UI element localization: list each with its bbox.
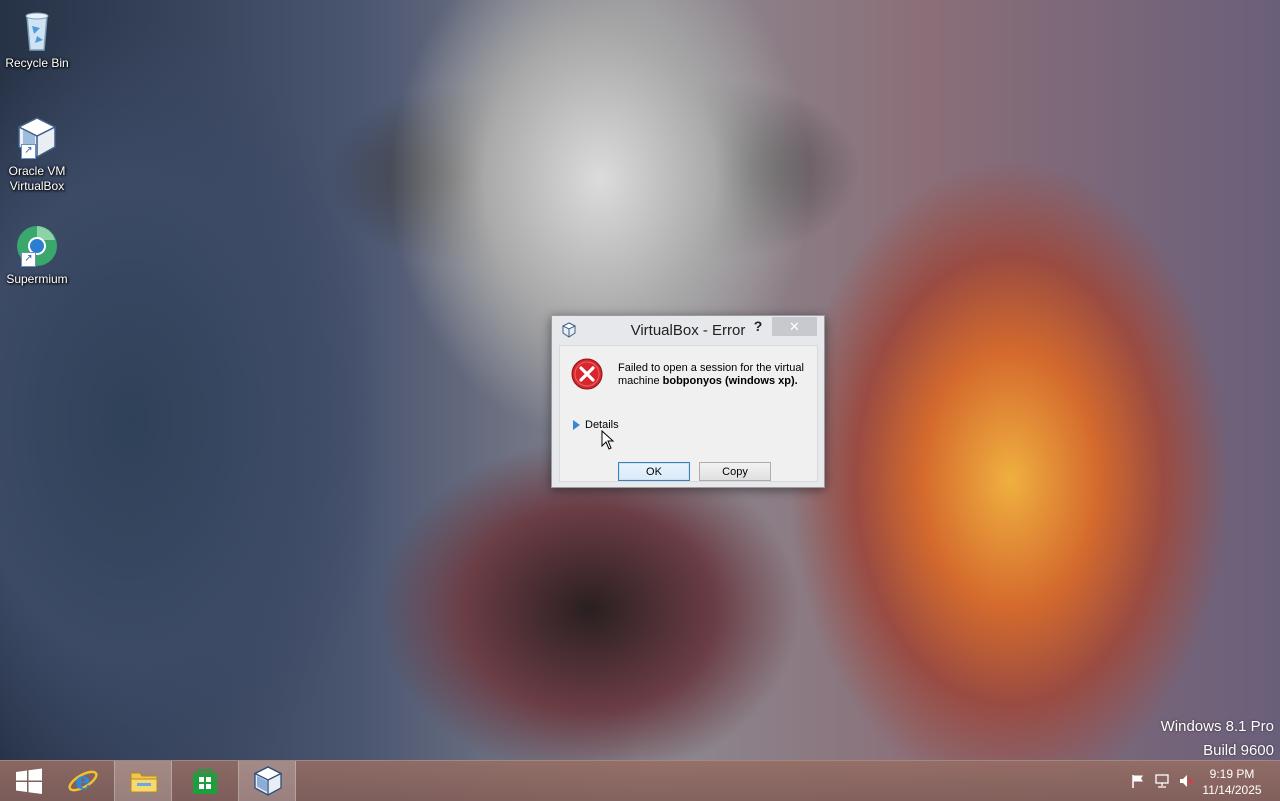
expand-triangle-icon (573, 420, 580, 431)
desktop-icon-label: Supermium (6, 272, 68, 286)
svg-text:e: e (75, 766, 90, 795)
taskbar-internet-explorer[interactable]: e (54, 761, 112, 801)
windows-watermark: Windows 8.1 Pro Build 9600 (1161, 715, 1274, 763)
desktop-icon-supermium[interactable]: ↗ Supermium (2, 222, 72, 287)
desktop-icon-recycle-bin[interactable]: Recycle Bin (2, 6, 72, 71)
help-button[interactable]: ? (751, 318, 765, 336)
taskbar: e 9:19 PM 11/14/2025 (0, 760, 1280, 801)
taskbar-file-explorer[interactable] (114, 761, 172, 801)
taskbar-virtualbox[interactable] (238, 761, 296, 801)
virtualbox-icon: ↗ (13, 114, 61, 162)
mouse-cursor-icon (601, 429, 615, 450)
start-button[interactable] (0, 761, 58, 801)
internet-explorer-icon: e (68, 766, 98, 795)
watermark-edition: Windows 8.1 Pro (1160, 718, 1274, 735)
dialog-body: Failed to open a session for the virtual… (559, 345, 818, 482)
desktop-icon-virtualbox[interactable]: ↗ Oracle VM VirtualBox (2, 114, 72, 194)
taskbar-clock[interactable]: 9:19 PM 11/14/2025 (1196, 766, 1268, 798)
windows-logo-icon (16, 768, 42, 794)
desktop-icon-label: Oracle VM VirtualBox (8, 164, 66, 193)
folder-icon (130, 772, 158, 793)
error-message: Failed to open a session for the virtual… (618, 362, 808, 388)
dialog-titlebar[interactable]: VirtualBox - Error ? ✕ (552, 316, 824, 344)
virtualbox-error-dialog: VirtualBox - Error ? ✕ Failed to open a … (551, 315, 825, 488)
virtualbox-icon (253, 766, 283, 796)
network-icon[interactable] (1154, 773, 1170, 789)
copy-button[interactable]: Copy (699, 462, 771, 481)
store-icon (193, 769, 217, 794)
vm-name: bobponyos (windows xp) (662, 375, 795, 387)
recycle-bin-icon (13, 6, 61, 54)
volume-muted-icon[interactable] (1178, 773, 1194, 789)
ok-button[interactable]: OK (618, 462, 690, 481)
supermium-icon: ↗ (13, 222, 61, 270)
clock-time: 9:19 PM (1209, 767, 1255, 781)
shortcut-arrow-icon: ↗ (21, 144, 36, 159)
desktop-icon-label: Recycle Bin (5, 56, 69, 70)
error-message-tail: . (794, 375, 798, 387)
close-button[interactable]: ✕ (772, 317, 817, 336)
taskbar-store[interactable] (176, 761, 234, 801)
error-icon (571, 358, 603, 390)
shortcut-arrow-icon: ↗ (21, 252, 36, 267)
clock-date: 11/14/2025 (1202, 783, 1262, 797)
action-center-flag-icon[interactable] (1130, 773, 1146, 789)
